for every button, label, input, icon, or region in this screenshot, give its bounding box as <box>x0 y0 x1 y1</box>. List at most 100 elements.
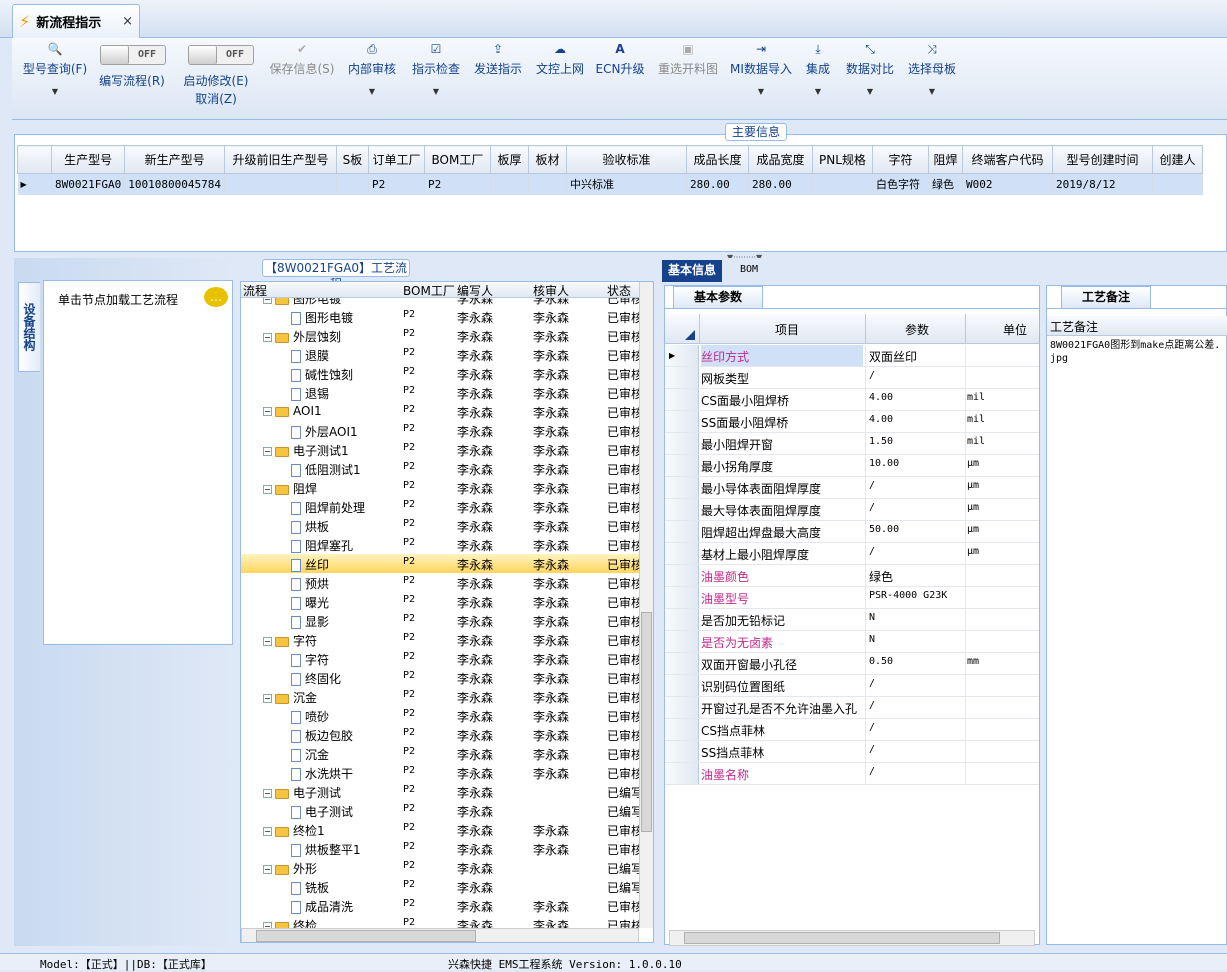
table-cell[interactable]: 中兴标准 <box>566 173 687 195</box>
tree-row[interactable]: − 字符 P2 李永森 李永森 已审核 <box>241 630 641 649</box>
param-row[interactable]: 阻焊超出焊盘最大高度 50.00 μm <box>665 521 1039 543</box>
collapse-icon[interactable]: − <box>263 694 272 703</box>
param-row[interactable]: 是否加无铅标记 N <box>665 609 1039 631</box>
table-cell[interactable] <box>336 173 369 195</box>
tree-row[interactable]: − 终检1 P2 李永森 李永森 已审核 <box>241 820 641 839</box>
param-row[interactable]: 最小导体表面阻焊厚度 / μm <box>665 477 1039 499</box>
column-header[interactable]: 字符 <box>871 145 929 174</box>
model-query-button[interactable]: 🔍 型号查询(F) ▼ <box>16 38 94 118</box>
column-header[interactable]: 成品宽度 <box>747 145 813 174</box>
table-cell[interactable]: 绿色 <box>928 173 963 195</box>
tree-row[interactable]: 字符 P2 李永森 李永森 已审核 <box>241 649 641 668</box>
tab-basic-info[interactable]: 基本信息 <box>662 260 723 282</box>
param-row[interactable]: 基材上最小阻焊厚度 / μm <box>665 543 1039 565</box>
param-row[interactable]: ▶ 丝印方式 双面丝印 <box>665 345 1039 367</box>
table-cell[interactable]: 280.00 <box>686 173 749 195</box>
table-cell[interactable] <box>490 173 529 195</box>
column-header[interactable]: PNL规格 <box>811 145 873 174</box>
tree-row[interactable]: 外层AOI1 P2 李永森 李永森 已审核 <box>241 421 641 440</box>
tree-row[interactable]: 低阻测试1 P2 李永森 李永森 已审核 <box>241 459 641 478</box>
table-cell[interactable] <box>1152 173 1203 195</box>
tree-vertical-scrollbar[interactable] <box>639 282 653 928</box>
table-cell[interactable]: 白色字符 <box>872 173 929 195</box>
compare-button[interactable]: ⤡ 数据对比 ▼ <box>842 38 898 118</box>
collapse-icon[interactable]: − <box>263 637 272 646</box>
ecn-button[interactable]: A ECN升级 <box>594 38 646 118</box>
tree-row[interactable]: − 外形 P2 李永森 已编写 <box>241 858 641 877</box>
params-column-header[interactable]: 项目 <box>775 321 799 338</box>
param-row[interactable]: 油墨名称 / <box>665 763 1039 785</box>
tree-column-header[interactable]: BOM工厂 <box>403 282 455 299</box>
column-header[interactable]: 阻焊 <box>927 145 963 174</box>
instruction-check-button[interactable]: ☑ 指示检查 ▼ <box>408 38 464 118</box>
edit-flow-toggle[interactable]: OFF <box>100 45 166 65</box>
param-row[interactable]: 最大导体表面阻焊厚度 / μm <box>665 499 1039 521</box>
params-horizontal-scrollbar[interactable] <box>669 930 1035 946</box>
table-cell[interactable]: 10010800045784 <box>124 173 225 195</box>
param-row[interactable]: 油墨型号 PSR-4000 G23K <box>665 587 1039 609</box>
collapse-icon[interactable]: − <box>263 298 272 304</box>
tree-column-header[interactable]: 状态 <box>607 282 631 299</box>
tree-row[interactable]: 烘板整平1 P2 李永森 李永森 已审核 <box>241 839 641 858</box>
remark-text[interactable]: 8W0021FGA0图形到make点距离公差.jpg <box>1050 339 1226 365</box>
table-cell[interactable]: 8W0021FGA0 <box>51 173 126 195</box>
param-row[interactable]: 网板类型 / <box>665 367 1039 389</box>
tab-new-flow[interactable]: ⚡ 新流程指示 × <box>12 4 140 38</box>
tree-row[interactable]: 板边包胶 P2 李永森 李永森 已审核 <box>241 725 641 744</box>
column-header[interactable]: 成品长度 <box>685 145 749 174</box>
column-header[interactable]: 验收标准 <box>565 145 687 174</box>
scroll-thumb[interactable] <box>256 930 476 942</box>
table-cell[interactable] <box>528 173 567 195</box>
tree-row[interactable]: − 阻焊 P2 李永森 李永森 已审核 <box>241 478 641 497</box>
param-row[interactable]: 油墨颜色 绿色 <box>665 565 1039 587</box>
param-row[interactable]: 最小拐角厚度 10.00 μm <box>665 455 1039 477</box>
tree-row[interactable]: 成品清洗 P2 李永森 李永森 已审核 <box>241 896 641 915</box>
table-cell[interactable]: P2 <box>368 173 425 195</box>
scroll-thumb[interactable] <box>684 932 1000 944</box>
tree-row[interactable]: − AOI1 P2 李永森 李永森 已审核 <box>241 402 641 421</box>
tab-bom[interactable]: BOM <box>734 260 764 282</box>
table-cell[interactable]: 280.00 <box>748 173 813 195</box>
tree-row[interactable]: − 外层蚀刻 P2 李永森 李永森 已审核 <box>241 326 641 345</box>
column-header[interactable]: 生产型号 <box>50 145 126 174</box>
param-row[interactable]: 双面开窗最小孔径 0.50 mm <box>665 653 1039 675</box>
tree-row[interactable]: 铣板 P2 李永森 已编写 <box>241 877 641 896</box>
collapse-icon[interactable]: − <box>263 333 272 342</box>
tree-horizontal-scrollbar[interactable] <box>241 928 639 942</box>
collapse-icon[interactable]: − <box>263 407 272 416</box>
column-header[interactable]: BOM工厂 <box>423 145 491 174</box>
table-cell[interactable]: W002 <box>962 173 1053 195</box>
tree-row[interactable]: 预烘 P2 李永森 李永森 已审核 <box>241 573 641 592</box>
param-row[interactable]: 识别码位置图纸 / <box>665 675 1039 697</box>
scroll-thumb[interactable] <box>641 612 652 832</box>
tab-basic-params[interactable]: 基本参数 <box>673 286 763 308</box>
send-button[interactable]: ⇪ 发送指示 <box>470 38 526 118</box>
param-row[interactable]: SS面最小阻焊桥 4.00 mil <box>665 411 1039 433</box>
param-row[interactable]: 最小阻焊开窗 1.50 mil <box>665 433 1039 455</box>
tree-row[interactable]: 电子测试 P2 李永森 已编写 <box>241 801 641 820</box>
tree-row[interactable]: 图形电镀 P2 李永森 李永森 已审核 <box>241 307 641 326</box>
internal-review-button[interactable]: ⎙ 内部审核 ▼ <box>344 38 400 118</box>
params-column-header[interactable]: 单位 <box>1003 321 1027 338</box>
table-cell[interactable] <box>224 173 337 195</box>
tree-row[interactable]: 碱性蚀刻 P2 李永森 李永森 已审核 <box>241 364 641 383</box>
tree-column-header[interactable]: 流程 <box>243 282 267 299</box>
table-cell[interactable] <box>812 173 873 195</box>
params-column-header[interactable]: 参数 <box>905 321 929 338</box>
collapse-icon[interactable]: − <box>263 827 272 836</box>
collapse-icon[interactable]: − <box>263 789 272 798</box>
tree-row[interactable]: − 图形电镀 李永森 李永森 已审核 <box>241 298 641 307</box>
column-header[interactable]: 订单工厂 <box>367 145 425 174</box>
tree-row[interactable]: − 电子测试1 P2 李永森 李永森 已审核 <box>241 440 641 459</box>
column-header[interactable]: 板材 <box>527 145 567 174</box>
tree-row[interactable]: − 终检 P2 李永森 李永森 已审核 <box>241 915 641 928</box>
column-header[interactable]: 新生产型号 <box>124 145 225 174</box>
tree-row[interactable]: 终固化 P2 李永森 李永森 已审核 <box>241 668 641 687</box>
table-cell[interactable]: 2019/8/12 <box>1052 173 1153 195</box>
column-header[interactable]: 板厚 <box>489 145 529 174</box>
param-row[interactable]: CS挡点菲林 / <box>665 719 1039 741</box>
collapse-icon[interactable]: − <box>263 865 272 874</box>
collapse-icon[interactable]: − <box>263 485 272 494</box>
tree-row[interactable]: 退锡 P2 李永森 李永森 已审核 <box>241 383 641 402</box>
tree-row[interactable]: 喷砂 P2 李永森 李永森 已审核 <box>241 706 641 725</box>
